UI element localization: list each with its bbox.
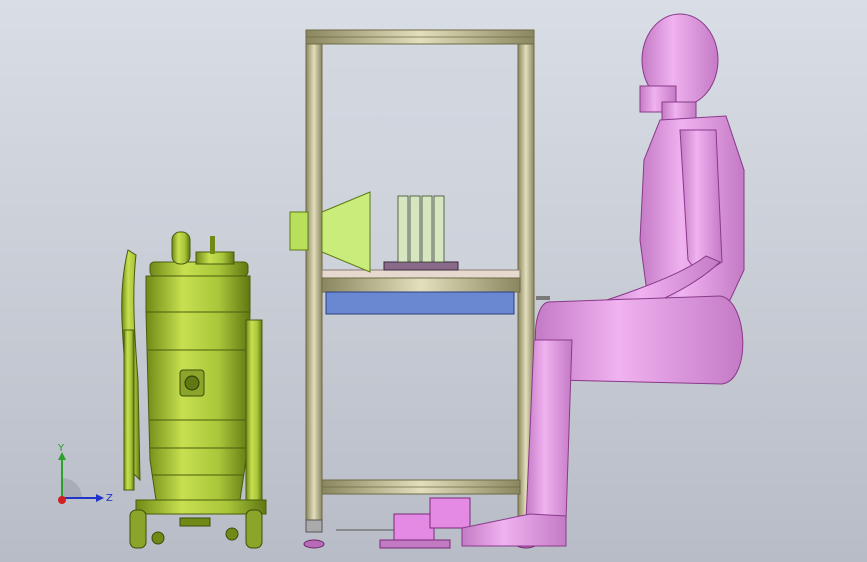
vacuum-caster-left bbox=[151, 531, 165, 545]
foot-left bbox=[305, 519, 323, 533]
vacuum-upper-drum bbox=[145, 275, 251, 313]
foot-pedal[interactable] bbox=[336, 497, 471, 549]
pedal-cover bbox=[429, 497, 471, 529]
x-axis-icon bbox=[58, 496, 66, 504]
industrial-vacuum[interactable] bbox=[121, 231, 267, 549]
coordinate-triad[interactable]: Y Z bbox=[40, 440, 120, 510]
vacuum-base bbox=[135, 499, 267, 515]
vacuum-gauge-icon bbox=[184, 375, 200, 391]
vacuum-inlet bbox=[171, 231, 191, 265]
vacuum-handle-knob bbox=[210, 236, 215, 254]
worktop bbox=[321, 269, 521, 279]
vacuum-side-frame bbox=[245, 319, 263, 501]
worktop-rail bbox=[321, 277, 521, 293]
vacuum-body bbox=[145, 311, 251, 501]
vacuum-rear-frame bbox=[123, 329, 135, 491]
hood-duct bbox=[289, 211, 309, 251]
vacuum-caster-right bbox=[225, 527, 239, 541]
vacuum-wheel-right bbox=[245, 509, 263, 549]
workbench-frame[interactable] bbox=[303, 29, 550, 549]
fixture-base bbox=[383, 261, 459, 271]
mannequin-foot bbox=[461, 513, 567, 547]
y-axis-label: Y bbox=[57, 443, 65, 454]
assembly-scene bbox=[121, 13, 745, 549]
frame-post-left bbox=[305, 29, 323, 521]
z-axis-label: Z bbox=[106, 493, 113, 504]
cad-viewport[interactable]: Y Z bbox=[0, 0, 867, 562]
mannequin-shin bbox=[525, 339, 573, 521]
drawer-handle[interactable] bbox=[536, 296, 550, 300]
drawer-tray[interactable] bbox=[325, 291, 515, 315]
vacuum-wheel-left bbox=[129, 509, 147, 549]
